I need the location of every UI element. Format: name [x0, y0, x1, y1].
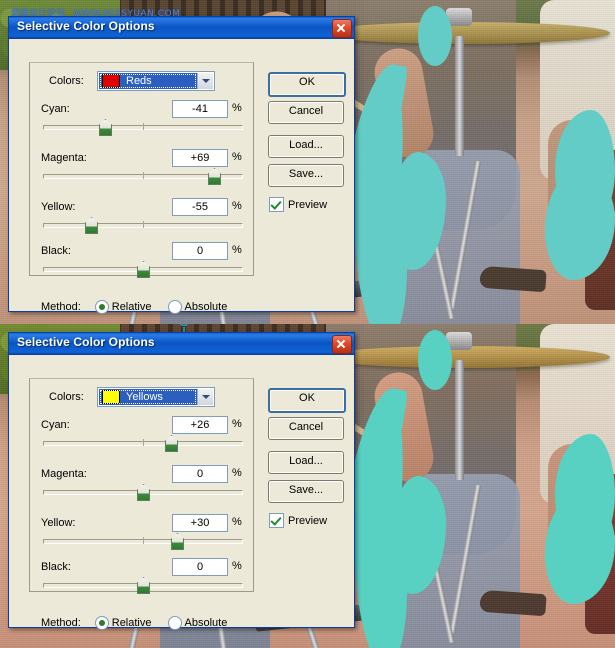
magenta-label: Magenta: — [41, 468, 87, 480]
cyan-input[interactable]: -41 — [172, 100, 228, 118]
colors-dropdown-value: Reds — [126, 75, 152, 87]
cancel-button[interactable]: Cancel — [268, 101, 344, 124]
magenta-input[interactable]: +69 — [172, 149, 228, 167]
magenta-slider-thumb[interactable] — [208, 168, 221, 185]
title-bar[interactable]: Selective Color Options — [9, 333, 354, 355]
colors-dropdown[interactable]: Reds — [97, 71, 215, 91]
black-input[interactable]: 0 — [172, 558, 228, 576]
save-button[interactable]: Save... — [268, 480, 344, 503]
method-row: Method: Relative Absolute — [41, 616, 227, 630]
ok-button[interactable]: OK — [268, 72, 346, 97]
preview-label: Preview — [288, 198, 328, 211]
colors-label: Colors: — [49, 391, 84, 403]
yellow-label: Yellow: — [41, 201, 76, 213]
black-slider-thumb[interactable] — [137, 577, 150, 594]
colors-dropdown-selection: Reds — [99, 73, 197, 89]
magenta-unit: % — [232, 151, 242, 163]
preview-checkbox-row[interactable]: Preview — [269, 197, 327, 212]
close-icon[interactable] — [332, 335, 352, 354]
radio-relative-icon[interactable] — [94, 300, 109, 314]
cyan-slider-tick — [143, 439, 144, 446]
cyan-input[interactable]: +26 — [172, 416, 228, 434]
yellow-slider-tick — [143, 537, 144, 544]
cancel-button[interactable]: Cancel — [268, 417, 344, 440]
method-relative-option[interactable]: Relative — [94, 300, 152, 314]
cyan-unit: % — [232, 418, 242, 430]
yellow-slider-thumb[interactable] — [171, 533, 184, 550]
cyan-unit: % — [232, 102, 242, 114]
magenta-slider-thumb[interactable] — [137, 484, 150, 501]
ok-button[interactable]: OK — [268, 388, 346, 413]
preview-checkbox[interactable] — [269, 513, 284, 528]
dialog-title: Selective Color Options — [17, 19, 155, 33]
black-label: Black: — [41, 245, 71, 257]
cyan-slider-thumb[interactable] — [99, 119, 112, 136]
method-relative-option[interactable]: Relative — [94, 616, 152, 630]
radio-absolute-icon[interactable] — [167, 616, 182, 630]
yellow-unit: % — [232, 200, 242, 212]
colors-dropdown-value: Yellows — [126, 391, 163, 403]
radio-absolute-icon[interactable] — [167, 300, 182, 314]
teal-swirl — [418, 6, 452, 66]
chevron-down-icon[interactable] — [197, 389, 213, 405]
colors-label: Colors: — [49, 75, 84, 87]
magenta-input[interactable]: 0 — [172, 465, 228, 483]
slider-row-black: Black: 0 % — [9, 242, 354, 287]
dialog-body: Colors: Reds Cyan: -41 % Magenta: +69 % … — [9, 39, 354, 314]
magenta-slider-tick — [143, 172, 144, 179]
save-button[interactable]: Save... — [268, 164, 344, 187]
load-button[interactable]: Load... — [268, 451, 344, 474]
method-absolute-option[interactable]: Absolute — [167, 616, 228, 630]
screenshot-stage: 思缘设计论坛 WWW.MISSYUAN.COM Selective Color O… — [0, 0, 615, 648]
black-unit: % — [232, 244, 242, 256]
black-input[interactable]: 0 — [172, 242, 228, 260]
title-bar[interactable]: Selective Color Options — [9, 17, 354, 39]
colors-row: Colors: Reds — [43, 71, 239, 91]
yellow-slider-thumb[interactable] — [85, 217, 98, 234]
preview-checkbox-row[interactable]: Preview — [269, 513, 327, 528]
yellow-label: Yellow: — [41, 517, 76, 529]
selective-color-dialog-1[interactable]: Selective Color Options Colors: Reds Cya… — [8, 16, 355, 314]
cyan-slider-tick — [143, 123, 144, 130]
preview-checkbox[interactable] — [269, 197, 284, 212]
method-absolute-label: Absolute — [184, 301, 228, 313]
preview-label: Preview — [288, 514, 328, 527]
cyan-slider-thumb[interactable] — [165, 435, 178, 452]
dialog-body: Colors: Yellows Cyan: +26 % Magenta: 0 %… — [9, 355, 354, 630]
yellow-unit: % — [232, 516, 242, 528]
black-unit: % — [232, 560, 242, 572]
teal-swirl — [418, 330, 452, 390]
black-slider-thumb[interactable] — [137, 261, 150, 278]
colors-dropdown-selection: Yellows — [99, 389, 197, 405]
yellow-input[interactable]: +30 — [172, 514, 228, 532]
cyan-label: Cyan: — [41, 103, 70, 115]
black-label: Black: — [41, 561, 71, 573]
dialog-title: Selective Color Options — [17, 335, 155, 349]
method-absolute-option[interactable]: Absolute — [167, 300, 228, 314]
method-relative-label: Relative — [111, 617, 152, 629]
magenta-label: Magenta: — [41, 152, 87, 164]
crosshair-cursor — [180, 324, 188, 332]
yellow-slider-tick — [143, 221, 144, 228]
method-row: Method: Relative Absolute — [41, 300, 227, 314]
slider-row-black: Black: 0 % — [9, 558, 354, 603]
cyan-label: Cyan: — [41, 419, 70, 431]
color-swatch-icon — [102, 74, 120, 88]
load-button[interactable]: Load... — [268, 135, 344, 158]
method-label: Method: — [41, 617, 81, 629]
close-icon[interactable] — [332, 19, 352, 38]
yellow-input[interactable]: -55 — [172, 198, 228, 216]
method-relative-label: Relative — [111, 301, 152, 313]
chevron-down-icon[interactable] — [197, 73, 213, 89]
colors-dropdown[interactable]: Yellows — [97, 387, 215, 407]
colors-row: Colors: Yellows — [43, 387, 239, 407]
magenta-unit: % — [232, 467, 242, 479]
method-absolute-label: Absolute — [184, 617, 228, 629]
selective-color-dialog-2[interactable]: Selective Color Options Colors: Yellows … — [8, 332, 355, 630]
radio-relative-icon[interactable] — [94, 616, 109, 630]
method-label: Method: — [41, 301, 81, 313]
color-swatch-icon — [102, 390, 120, 404]
